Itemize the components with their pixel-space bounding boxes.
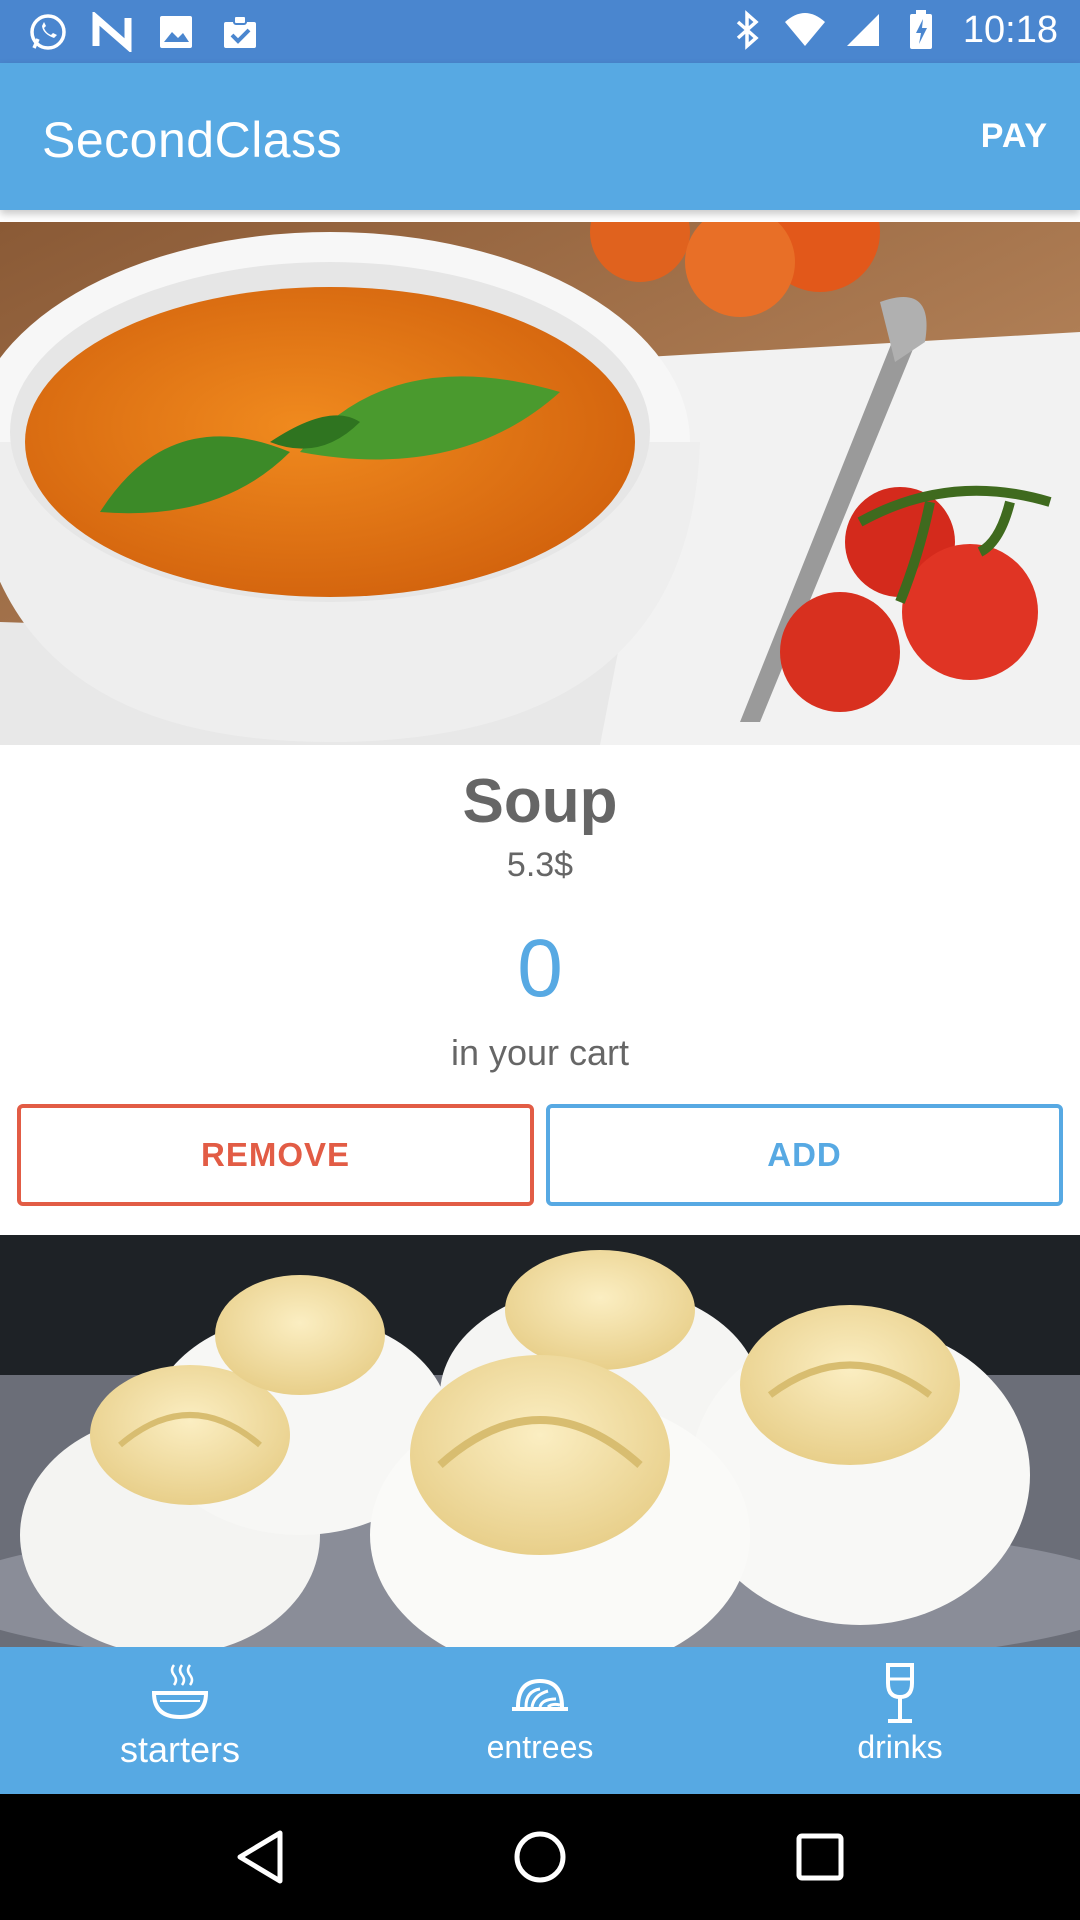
- bottom-navigation: starters entrees drinks: [0, 1647, 1080, 1794]
- soup-bowl-icon: [151, 1664, 209, 1720]
- dish-price: 5.3$: [506, 846, 574, 884]
- bluetooth-icon: [725, 8, 769, 52]
- app-title: SecondClass: [42, 112, 343, 168]
- nav-starters-label: starters: [119, 1729, 241, 1770]
- n-notification-icon: [90, 10, 134, 54]
- dish-icon: [512, 1678, 568, 1711]
- cart-count-label: in your cart: [450, 1032, 630, 1073]
- dish-name: Soup: [462, 767, 618, 836]
- status-notification-icons: [26, 10, 262, 54]
- recents-icon[interactable]: [790, 1827, 850, 1887]
- home-icon[interactable]: [510, 1827, 570, 1887]
- nav-entrees-label: entrees: [486, 1729, 594, 1765]
- status-bar: 10:18: [0, 0, 1080, 63]
- cart-count: 0: [517, 923, 563, 1014]
- add-button[interactable]: ADD: [546, 1104, 1063, 1206]
- clipboard-check-icon: [218, 10, 262, 54]
- nav-drinks-label: drinks: [857, 1729, 943, 1765]
- nav-drinks[interactable]: drinks: [720, 1647, 1080, 1794]
- image-icon: [154, 10, 198, 54]
- app-bar: SecondClass PAY: [0, 63, 1080, 210]
- cell-signal-icon: [841, 8, 885, 52]
- battery-charging-icon: [899, 8, 943, 52]
- whatsapp-icon: [26, 10, 70, 54]
- nav-starters[interactable]: starters: [0, 1647, 360, 1794]
- pay-button[interactable]: PAY: [981, 117, 1048, 156]
- remove-button[interactable]: REMOVE: [17, 1104, 534, 1206]
- wifi-icon: [783, 8, 827, 52]
- soup-photo: [0, 222, 1080, 745]
- wine-glass-icon: [886, 1663, 914, 1723]
- status-clock: 10:18: [962, 8, 1058, 51]
- back-icon[interactable]: [230, 1827, 290, 1887]
- deviled-eggs-photo: [0, 1235, 1080, 1647]
- system-navigation-bar: [0, 1794, 1080, 1920]
- nav-entrees[interactable]: entrees: [360, 1647, 720, 1794]
- status-system-icons: 10:18: [725, 8, 1058, 52]
